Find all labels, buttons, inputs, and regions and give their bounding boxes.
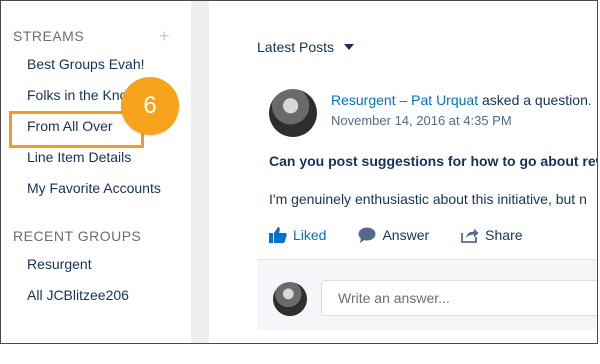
question-title[interactable]: Can you post suggestions for how to go a… xyxy=(269,153,597,169)
answer-composer xyxy=(257,259,597,330)
sidebar-divider xyxy=(191,1,209,343)
group-link[interactable]: Resurgent xyxy=(331,92,396,108)
share-label: Share xyxy=(485,227,523,243)
feed-panel: Latest Posts Resurgent – Pat Urquat aske… xyxy=(209,1,597,343)
app-window: STREAMS + Best Groups Evah! Folks in the… xyxy=(0,0,598,344)
feed-sort-dropdown[interactable]: Latest Posts xyxy=(257,39,355,55)
thumbs-up-icon xyxy=(269,227,287,243)
stream-item[interactable]: Line Item Details xyxy=(27,149,131,165)
chevron-down-icon xyxy=(344,44,355,50)
header-separator: – xyxy=(395,92,412,108)
streams-heading: STREAMS xyxy=(13,28,85,44)
post-action-text: asked a question. xyxy=(478,92,592,108)
share-icon xyxy=(461,228,479,243)
sidebar: STREAMS + Best Groups Evah! Folks in the… xyxy=(1,1,191,343)
answer-input[interactable] xyxy=(321,280,597,316)
share-button[interactable]: Share xyxy=(461,227,523,243)
recent-groups-heading: RECENT GROUPS xyxy=(13,228,142,244)
callout-number-badge: 6 xyxy=(121,77,179,135)
like-button[interactable]: Liked xyxy=(269,227,326,243)
stream-item[interactable]: Folks in the Kno xyxy=(27,87,127,103)
post-timestamp[interactable]: November 14, 2016 at 4:35 PM xyxy=(331,113,512,128)
feed-sort-label: Latest Posts xyxy=(257,39,335,55)
stream-item[interactable]: Best Groups Evah! xyxy=(27,56,145,72)
stream-item[interactable]: My Favorite Accounts xyxy=(27,180,161,196)
author-avatar[interactable] xyxy=(269,89,317,137)
add-stream-icon[interactable]: + xyxy=(159,27,170,45)
author-link[interactable]: Pat Urquat xyxy=(411,92,478,108)
answer-button[interactable]: Answer xyxy=(358,227,429,243)
like-label: Liked xyxy=(293,227,327,243)
post-header: Resurgent – Pat Urquat asked a question. xyxy=(331,92,592,108)
current-user-avatar xyxy=(273,282,307,316)
answer-label: Answer xyxy=(382,227,430,243)
post-actions: Liked Answer Share xyxy=(269,227,523,243)
speech-bubble-icon xyxy=(358,227,376,243)
recent-group-item[interactable]: Resurgent xyxy=(27,256,92,272)
question-body: I'm genuinely enthusiastic about this in… xyxy=(269,191,587,207)
recent-group-item[interactable]: All JCBlitzee206 xyxy=(27,287,129,303)
